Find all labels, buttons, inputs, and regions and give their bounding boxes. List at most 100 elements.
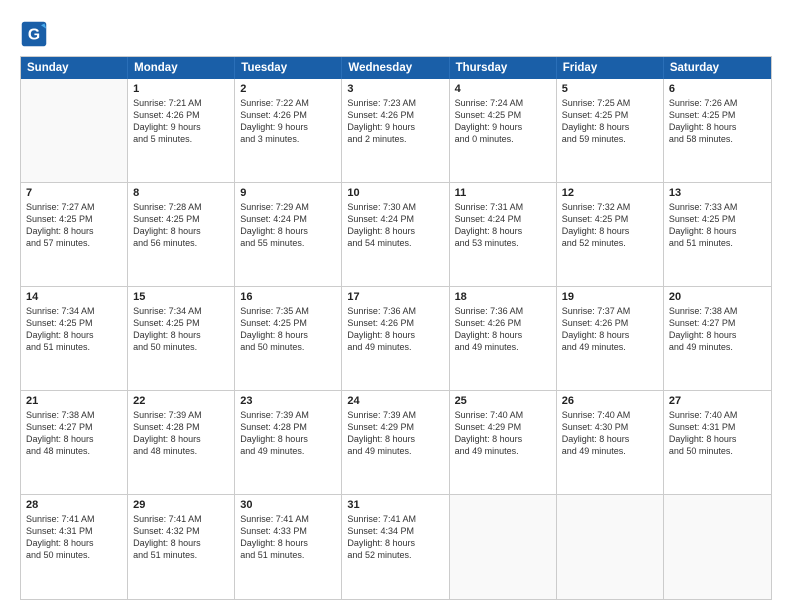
- cell-info: Sunrise: 7:34 AM Sunset: 4:25 PM Dayligh…: [26, 305, 122, 354]
- calendar-cell: 3 Sunrise: 7:23 AM Sunset: 4:26 PM Daylig…: [342, 79, 449, 182]
- day-number: 12: [562, 187, 658, 199]
- cell-info: Sunrise: 7:41 AM Sunset: 4:34 PM Dayligh…: [347, 513, 443, 562]
- calendar-cell: 25 Sunrise: 7:40 AM Sunset: 4:29 PM Dayli…: [450, 391, 557, 494]
- calendar-row: 21Sunrise: 7:38 AM Sunset: 4:27 PM Dayli…: [21, 391, 771, 495]
- cell-info: Sunrise: 7:39 AM Sunset: 4:29 PM Dayligh…: [347, 409, 443, 458]
- header: G: [20, 16, 772, 48]
- cell-info: Sunrise: 7:29 AM Sunset: 4:24 PM Dayligh…: [240, 201, 336, 250]
- day-number: 10: [347, 187, 443, 199]
- calendar-cell: 20Sunrise: 7:38 AM Sunset: 4:27 PM Dayli…: [664, 287, 771, 390]
- day-number: 27: [669, 395, 766, 407]
- weekday-header: Friday: [557, 57, 664, 79]
- cell-info: Sunrise: 7:39 AM Sunset: 4:28 PM Dayligh…: [133, 409, 229, 458]
- calendar-cell: 12 Sunrise: 7:32 AM Sunset: 4:25 PM Dayli…: [557, 183, 664, 286]
- day-number: 28: [26, 499, 122, 511]
- logo-icon: G: [20, 20, 48, 48]
- day-number: 1: [133, 83, 229, 95]
- cell-info: Sunrise: 7:24 AM Sunset: 4:25 PM Dayligh…: [455, 97, 551, 146]
- cell-info: Sunrise: 7:32 AM Sunset: 4:25 PM Dayligh…: [562, 201, 658, 250]
- calendar-cell: 8 Sunrise: 7:28 AM Sunset: 4:25 PM Daylig…: [128, 183, 235, 286]
- day-number: 9: [240, 187, 336, 199]
- calendar-cell: 30 Sunrise: 7:41 AM Sunset: 4:33 PM Dayli…: [235, 495, 342, 599]
- calendar-cell: 15Sunrise: 7:34 AM Sunset: 4:25 PM Dayli…: [128, 287, 235, 390]
- day-number: 13: [669, 187, 766, 199]
- calendar-cell: 23Sunrise: 7:39 AM Sunset: 4:28 PM Dayli…: [235, 391, 342, 494]
- calendar-cell: 21Sunrise: 7:38 AM Sunset: 4:27 PM Dayli…: [21, 391, 128, 494]
- cell-info: Sunrise: 7:40 AM Sunset: 4:31 PM Dayligh…: [669, 409, 766, 458]
- day-number: 30: [240, 499, 336, 511]
- day-number: 24: [347, 395, 443, 407]
- day-number: 22: [133, 395, 229, 407]
- cell-info: Sunrise: 7:26 AM Sunset: 4:25 PM Dayligh…: [669, 97, 766, 146]
- calendar-cell: 4 Sunrise: 7:24 AM Sunset: 4:25 PM Daylig…: [450, 79, 557, 182]
- cell-info: Sunrise: 7:41 AM Sunset: 4:33 PM Dayligh…: [240, 513, 336, 562]
- day-number: 3: [347, 83, 443, 95]
- calendar-cell: 27 Sunrise: 7:40 AM Sunset: 4:31 PM Dayli…: [664, 391, 771, 494]
- calendar-row: 28Sunrise: 7:41 AM Sunset: 4:31 PM Dayli…: [21, 495, 771, 599]
- day-number: 18: [455, 291, 551, 303]
- cell-info: Sunrise: 7:39 AM Sunset: 4:28 PM Dayligh…: [240, 409, 336, 458]
- calendar: SundayMondayTuesdayWednesdayThursdayFrid…: [20, 56, 772, 600]
- calendar-row: 1 Sunrise: 7:21 AM Sunset: 4:26 PM Daylig…: [21, 79, 771, 183]
- calendar-cell: [450, 495, 557, 599]
- day-number: 31: [347, 499, 443, 511]
- calendar-cell: 13 Sunrise: 7:33 AM Sunset: 4:25 PM Dayli…: [664, 183, 771, 286]
- calendar-cell: 1 Sunrise: 7:21 AM Sunset: 4:26 PM Daylig…: [128, 79, 235, 182]
- calendar-cell: 18 Sunrise: 7:36 AM Sunset: 4:26 PM Dayli…: [450, 287, 557, 390]
- calendar-cell: 7 Sunrise: 7:27 AM Sunset: 4:25 PM Daylig…: [21, 183, 128, 286]
- cell-info: Sunrise: 7:37 AM Sunset: 4:26 PM Dayligh…: [562, 305, 658, 354]
- weekday-header: Saturday: [664, 57, 771, 79]
- cell-info: Sunrise: 7:27 AM Sunset: 4:25 PM Dayligh…: [26, 201, 122, 250]
- cell-info: Sunrise: 7:23 AM Sunset: 4:26 PM Dayligh…: [347, 97, 443, 146]
- cell-info: Sunrise: 7:36 AM Sunset: 4:26 PM Dayligh…: [455, 305, 551, 354]
- cell-info: Sunrise: 7:22 AM Sunset: 4:26 PM Dayligh…: [240, 97, 336, 146]
- calendar-cell: 2Sunrise: 7:22 AM Sunset: 4:26 PM Daylig…: [235, 79, 342, 182]
- weekday-header: Tuesday: [235, 57, 342, 79]
- cell-info: Sunrise: 7:36 AM Sunset: 4:26 PM Dayligh…: [347, 305, 443, 354]
- weekday-header: Sunday: [21, 57, 128, 79]
- day-number: 6: [669, 83, 766, 95]
- calendar-cell: 31 Sunrise: 7:41 AM Sunset: 4:34 PM Dayli…: [342, 495, 449, 599]
- cell-info: Sunrise: 7:28 AM Sunset: 4:25 PM Dayligh…: [133, 201, 229, 250]
- cell-info: Sunrise: 7:40 AM Sunset: 4:29 PM Dayligh…: [455, 409, 551, 458]
- calendar-cell: 10 Sunrise: 7:30 AM Sunset: 4:24 PM Dayli…: [342, 183, 449, 286]
- calendar-body: 1 Sunrise: 7:21 AM Sunset: 4:26 PM Daylig…: [21, 79, 771, 599]
- weekday-header: Monday: [128, 57, 235, 79]
- cell-info: Sunrise: 7:40 AM Sunset: 4:30 PM Dayligh…: [562, 409, 658, 458]
- day-number: 29: [133, 499, 229, 511]
- calendar-cell: 26 Sunrise: 7:40 AM Sunset: 4:30 PM Dayli…: [557, 391, 664, 494]
- cell-info: Sunrise: 7:21 AM Sunset: 4:26 PM Dayligh…: [133, 97, 229, 146]
- calendar-row: 14Sunrise: 7:34 AM Sunset: 4:25 PM Dayli…: [21, 287, 771, 391]
- cell-info: Sunrise: 7:35 AM Sunset: 4:25 PM Dayligh…: [240, 305, 336, 354]
- day-number: 17: [347, 291, 443, 303]
- calendar-cell: 29 Sunrise: 7:41 AM Sunset: 4:32 PM Dayli…: [128, 495, 235, 599]
- calendar-cell: 19 Sunrise: 7:37 AM Sunset: 4:26 PM Dayli…: [557, 287, 664, 390]
- day-number: 5: [562, 83, 658, 95]
- calendar-cell: 5 Sunrise: 7:25 AM Sunset: 4:25 PM Daylig…: [557, 79, 664, 182]
- day-number: 19: [562, 291, 658, 303]
- day-number: 8: [133, 187, 229, 199]
- day-number: 26: [562, 395, 658, 407]
- svg-text:G: G: [28, 26, 40, 43]
- day-number: 7: [26, 187, 122, 199]
- cell-info: Sunrise: 7:31 AM Sunset: 4:24 PM Dayligh…: [455, 201, 551, 250]
- calendar-cell: 16 Sunrise: 7:35 AM Sunset: 4:25 PM Dayli…: [235, 287, 342, 390]
- cell-info: Sunrise: 7:33 AM Sunset: 4:25 PM Dayligh…: [669, 201, 766, 250]
- calendar-cell: 6 Sunrise: 7:26 AM Sunset: 4:25 PM Daylig…: [664, 79, 771, 182]
- day-number: 4: [455, 83, 551, 95]
- calendar-cell: 9 Sunrise: 7:29 AM Sunset: 4:24 PM Daylig…: [235, 183, 342, 286]
- cell-info: Sunrise: 7:25 AM Sunset: 4:25 PM Dayligh…: [562, 97, 658, 146]
- day-number: 21: [26, 395, 122, 407]
- day-number: 25: [455, 395, 551, 407]
- calendar-header: SundayMondayTuesdayWednesdayThursdayFrid…: [21, 57, 771, 79]
- cell-info: Sunrise: 7:38 AM Sunset: 4:27 PM Dayligh…: [669, 305, 766, 354]
- page: G SundayMondayTuesdayWednesdayThursdayFr…: [0, 0, 792, 612]
- weekday-header: Thursday: [450, 57, 557, 79]
- calendar-cell: [21, 79, 128, 182]
- calendar-cell: 24 Sunrise: 7:39 AM Sunset: 4:29 PM Dayli…: [342, 391, 449, 494]
- cell-info: Sunrise: 7:30 AM Sunset: 4:24 PM Dayligh…: [347, 201, 443, 250]
- day-number: 16: [240, 291, 336, 303]
- day-number: 11: [455, 187, 551, 199]
- cell-info: Sunrise: 7:41 AM Sunset: 4:32 PM Dayligh…: [133, 513, 229, 562]
- logo: G: [20, 20, 52, 48]
